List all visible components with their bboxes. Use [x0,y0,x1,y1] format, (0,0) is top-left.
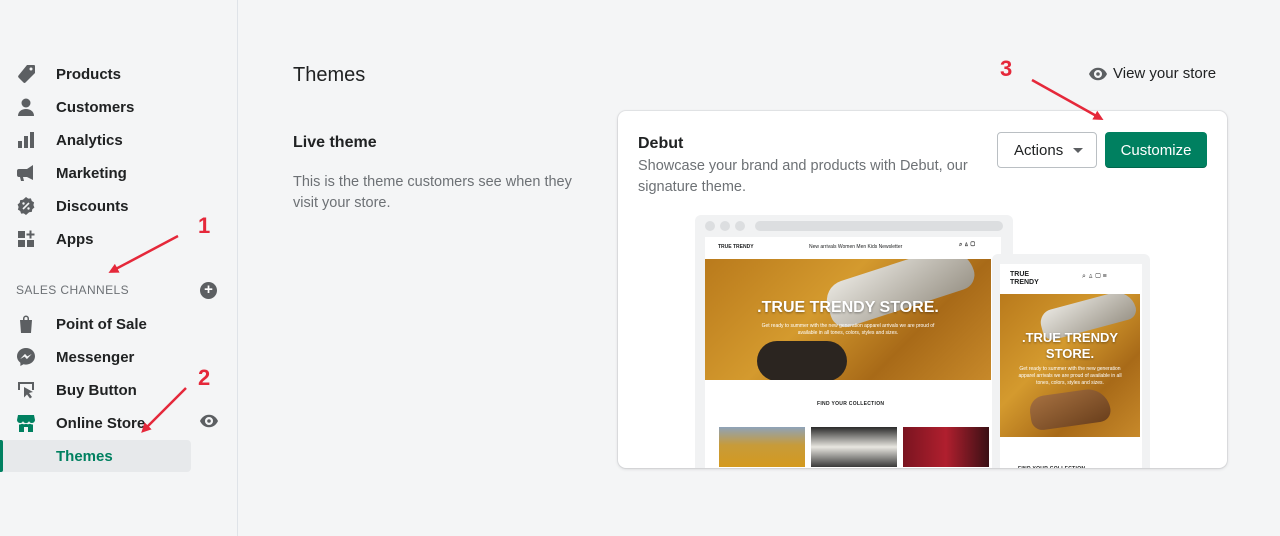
view-store-eye-icon[interactable] [200,414,218,428]
preview-mobile-logo: TRUE TRENDY [1010,271,1039,286]
preview-mobile-icons: ⌕ ♙ ▢ ≡ [1082,273,1107,280]
preview-hand-image [757,341,847,380]
sidebar-item-label: Apps [56,230,94,248]
actions-label: Actions [1014,141,1064,159]
preview-nav-links: New arrivals Women Men Kids Newsletter [809,244,903,250]
megaphone-icon [16,163,44,183]
discount-icon [16,196,44,216]
sidebar-subitem-label: Themes [56,448,113,465]
sidebar-item-marketing[interactable]: Marketing [16,158,236,188]
preview-mobile-hero: .TRUE TRENDY STORE. Get ready to summer … [1000,294,1140,437]
sidebar: Products Customers Analytics Marketing D… [0,0,238,536]
theme-preview-mobile[interactable]: TRUE TRENDY ⌕ ♙ ▢ ≡ .TRUE TRENDY STORE. … [992,254,1150,468]
preview-collection-thumb [903,427,989,467]
sidebar-item-label: Marketing [56,164,127,182]
theme-name: Debut [638,135,684,152]
sidebar-item-customers[interactable]: Customers [16,92,236,122]
apps-icon [16,229,44,249]
theme-preview-desktop[interactable]: TRUE TRENDY New arrivals Women Men Kids … [695,215,1013,468]
annotation-number-3: 3 [1000,56,1013,81]
annotation-number-2: 2 [198,365,211,390]
preview-icons: ⌕ ♙ ▢ [959,242,976,248]
sidebar-item-label: Online Store [56,414,146,432]
bar-chart-icon [16,130,44,150]
sidebar-item-label: Point of Sale [56,315,147,333]
caret-down-icon [1073,147,1084,153]
theme-description: Showcase your brand and products with De… [638,158,968,195]
customize-button[interactable]: Customize [1105,132,1207,168]
live-theme-description: This is the theme customers see when the… [293,174,572,211]
preview-mobile-site: TRUE TRENDY ⌕ ♙ ▢ ≡ .TRUE TRENDY STORE. … [1000,264,1142,468]
sidebar-item-products[interactable]: Products [16,59,236,89]
preview-shoe-image [821,259,979,332]
sidebar-item-label: Messenger [56,348,135,366]
add-sales-channel-icon[interactable]: + [200,282,217,299]
preview-nav: TRUE TRENDY New arrivals Women Men Kids … [705,237,1001,257]
sidebar-subitem-themes[interactable]: Themes [0,440,191,472]
person-icon [16,97,44,117]
view-store-label: View your store [1113,65,1217,82]
live-theme-heading: Live theme [293,134,377,151]
sidebar-item-label: Products [56,65,122,83]
preview-site: TRUE TRENDY New arrivals Women Men Kids … [705,237,1001,468]
annotation-number-1: 1 [198,213,211,238]
preview-hero-text: Get ready to summer with the new generat… [761,323,935,336]
preview-logo: TRUE TRENDY [718,244,754,250]
sidebar-item-analytics[interactable]: Analytics [16,125,236,155]
theme-card: Debut Showcase your brand and products w… [618,111,1227,468]
preview-boot-image [1028,386,1112,432]
preview-collection-heading: FIND YOUR COLLECTION [817,401,885,407]
shopify-bag-icon [16,314,44,334]
sales-channels-heading: SALES CHANNELS [16,283,129,297]
preview-hero-title: .TRUE TRENDY STORE. [757,299,939,316]
sidebar-item-label: Buy Button [56,381,137,399]
sidebar-item-label: Analytics [56,131,123,149]
preview-mobile-collection-heading: FIND YOUR COLLECTION [1018,466,1085,468]
actions-dropdown-button[interactable]: Actions [997,132,1097,168]
messenger-icon [16,347,44,367]
preview-mobile-hero-text: Get ready to summer with the new generat… [1018,366,1122,386]
sidebar-item-point-of-sale[interactable]: Point of Sale [16,309,236,339]
preview-hero: .TRUE TRENDY STORE. Get ready to summer … [705,259,991,380]
buy-button-icon [16,380,44,400]
page-title: Themes [293,64,366,86]
preview-collection-thumb [811,427,897,467]
preview-collection-thumb [719,427,805,467]
browser-url-bar [755,221,1003,231]
eye-icon [1089,67,1107,80]
tag-icon [16,64,44,84]
sidebar-item-label: Discounts [56,197,129,215]
view-your-store-link[interactable]: View your store [1089,65,1216,82]
store-icon [16,413,44,433]
sidebar-item-label: Customers [56,98,135,116]
preview-mobile-hero-title: .TRUE TRENDY STORE. [1021,330,1119,361]
active-indicator [0,440,3,472]
